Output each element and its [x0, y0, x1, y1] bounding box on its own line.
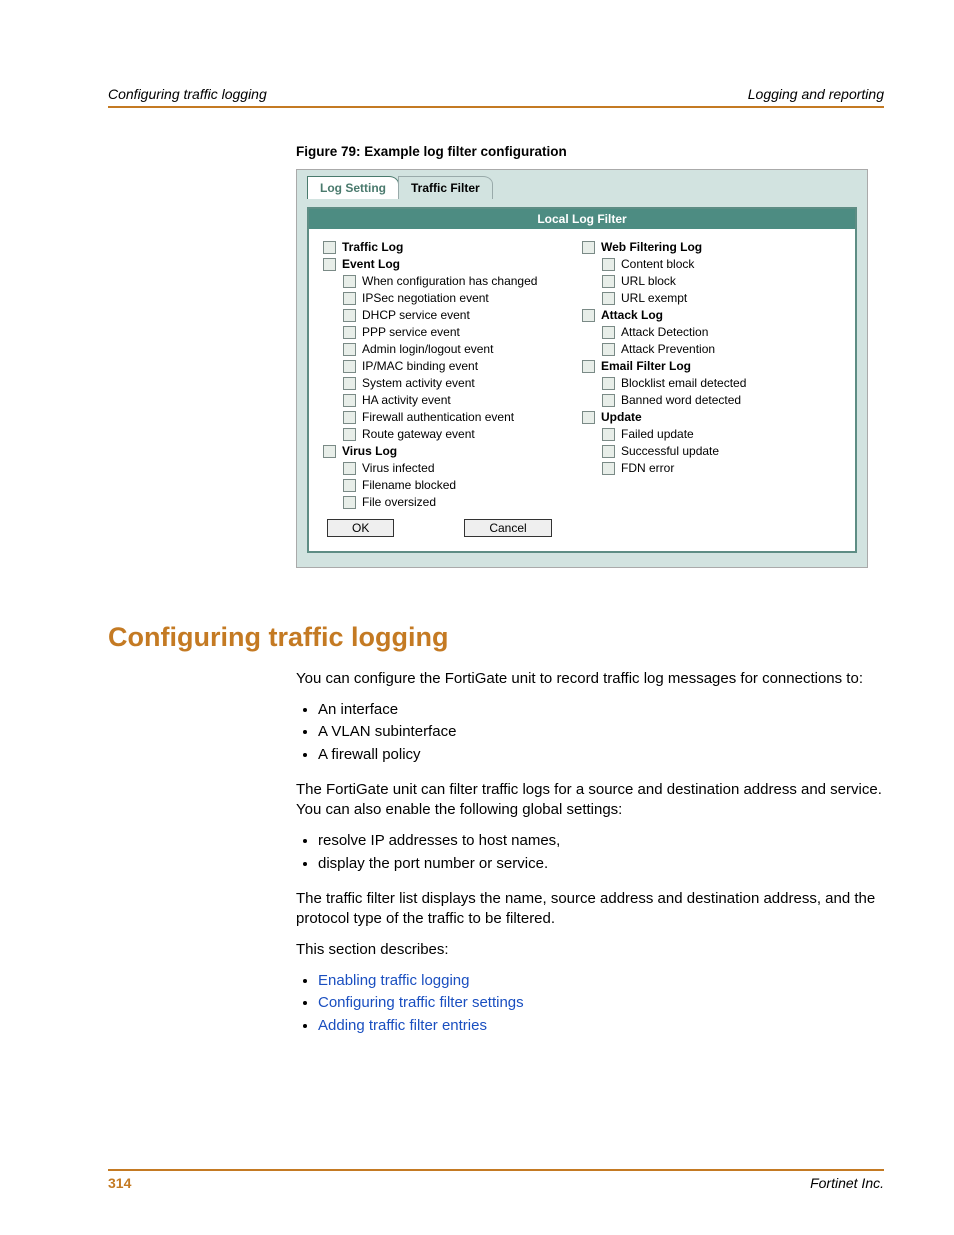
- label-email-filter-log: Email Filter Log: [601, 359, 691, 373]
- label-virus-infected: Virus infected: [362, 461, 435, 475]
- label-config-changed: When configuration has changed: [362, 274, 537, 288]
- paragraph: You can configure the FortiGate unit to …: [296, 669, 884, 690]
- link-enabling-traffic-logging[interactable]: Enabling traffic logging: [318, 972, 470, 989]
- checkbox-failed-update[interactable]: [602, 428, 615, 441]
- checkbox-admin-login[interactable]: [343, 343, 356, 356]
- panel-title: Local Log Filter: [309, 209, 855, 229]
- checkbox-file-oversized[interactable]: [343, 496, 356, 509]
- list-item: A firewall policy: [318, 745, 884, 766]
- footer-company: Fortinet Inc.: [810, 1175, 884, 1191]
- checkbox-config-changed[interactable]: [343, 275, 356, 288]
- label-attack-log: Attack Log: [601, 308, 663, 322]
- checkbox-ha[interactable]: [343, 394, 356, 407]
- page-number: 314: [108, 1175, 131, 1191]
- label-successful-update: Successful update: [621, 444, 719, 458]
- tab-log-setting[interactable]: Log Setting: [307, 176, 399, 199]
- paragraph: This section describes:: [296, 940, 884, 961]
- checkbox-dhcp[interactable]: [343, 309, 356, 322]
- label-url-exempt: URL exempt: [621, 291, 687, 305]
- checkbox-email-filter-log[interactable]: [582, 360, 595, 373]
- label-event-log: Event Log: [342, 257, 400, 271]
- label-dhcp: DHCP service event: [362, 308, 470, 322]
- list-item: A VLAN subinterface: [318, 722, 884, 743]
- label-web-filter-log: Web Filtering Log: [601, 240, 702, 254]
- label-firewall-auth: Firewall authentication event: [362, 410, 514, 424]
- checkbox-virus-log[interactable]: [323, 445, 336, 458]
- label-ipsec: IPSec negotiation event: [362, 291, 489, 305]
- checkbox-successful-update[interactable]: [602, 445, 615, 458]
- paragraph: The FortiGate unit can filter traffic lo…: [296, 780, 884, 821]
- header-left: Configuring traffic logging: [108, 86, 267, 102]
- label-virus-log: Virus Log: [342, 444, 397, 458]
- label-banned-word: Banned word detected: [621, 393, 741, 407]
- checkbox-banned-word[interactable]: [602, 394, 615, 407]
- label-attack-detection: Attack Detection: [621, 325, 708, 339]
- list-item: resolve IP addresses to host names,: [318, 831, 884, 852]
- label-attack-prevention: Attack Prevention: [621, 342, 715, 356]
- checkbox-attack-log[interactable]: [582, 309, 595, 322]
- label-system-activity: System activity event: [362, 376, 475, 390]
- tab-traffic-filter[interactable]: Traffic Filter: [398, 176, 493, 199]
- rule-top: [108, 106, 884, 108]
- checkbox-ipmac[interactable]: [343, 360, 356, 373]
- header-right: Logging and reporting: [748, 86, 884, 102]
- label-fdn-error: FDN error: [621, 461, 674, 475]
- ok-button[interactable]: OK: [327, 519, 394, 537]
- checkbox-filename-blocked[interactable]: [343, 479, 356, 492]
- section-heading: Configuring traffic logging: [108, 622, 884, 653]
- figure-screenshot: Log Setting Traffic Filter Local Log Fil…: [296, 169, 868, 568]
- list-connections: An interface A VLAN subinterface A firew…: [296, 700, 884, 766]
- checkbox-content-block[interactable]: [602, 258, 615, 271]
- label-failed-update: Failed update: [621, 427, 694, 441]
- label-filename-blocked: Filename blocked: [362, 478, 456, 492]
- label-ipmac: IP/MAC binding event: [362, 359, 478, 373]
- rule-bottom: [108, 1169, 884, 1171]
- label-file-oversized: File oversized: [362, 495, 436, 509]
- list-item: An interface: [318, 700, 884, 721]
- label-blocklist-email: Blocklist email detected: [621, 376, 746, 390]
- list-item: display the port number or service.: [318, 854, 884, 875]
- checkbox-firewall-auth[interactable]: [343, 411, 356, 424]
- figure-caption: Figure 79: Example log filter configurat…: [296, 144, 884, 159]
- label-update: Update: [601, 410, 642, 424]
- checkbox-attack-detection[interactable]: [602, 326, 615, 339]
- label-admin-login: Admin login/logout event: [362, 342, 493, 356]
- label-traffic-log: Traffic Log: [342, 240, 403, 254]
- label-ppp: PPP service event: [362, 325, 460, 339]
- paragraph: The traffic filter list displays the nam…: [296, 889, 884, 930]
- checkbox-event-log[interactable]: [323, 258, 336, 271]
- checkbox-blocklist-email[interactable]: [602, 377, 615, 390]
- checkbox-update[interactable]: [582, 411, 595, 424]
- checkbox-virus-infected[interactable]: [343, 462, 356, 475]
- list-links: Enabling traffic logging Configuring tra…: [296, 971, 884, 1037]
- label-url-block: URL block: [621, 274, 676, 288]
- checkbox-route-gateway[interactable]: [343, 428, 356, 441]
- checkbox-traffic-log[interactable]: [323, 241, 336, 254]
- list-settings: resolve IP addresses to host names, disp…: [296, 831, 884, 874]
- label-route-gateway: Route gateway event: [362, 427, 475, 441]
- label-ha: HA activity event: [362, 393, 451, 407]
- checkbox-url-exempt[interactable]: [602, 292, 615, 305]
- label-content-block: Content block: [621, 257, 694, 271]
- checkbox-url-block[interactable]: [602, 275, 615, 288]
- checkbox-ipsec[interactable]: [343, 292, 356, 305]
- link-configuring-traffic-filter[interactable]: Configuring traffic filter settings: [318, 994, 524, 1011]
- cancel-button[interactable]: Cancel: [464, 519, 551, 537]
- link-adding-traffic-filter[interactable]: Adding traffic filter entries: [318, 1017, 487, 1034]
- checkbox-ppp[interactable]: [343, 326, 356, 339]
- checkbox-attack-prevention[interactable]: [602, 343, 615, 356]
- checkbox-web-filter-log[interactable]: [582, 241, 595, 254]
- checkbox-system-activity[interactable]: [343, 377, 356, 390]
- checkbox-fdn-error[interactable]: [602, 462, 615, 475]
